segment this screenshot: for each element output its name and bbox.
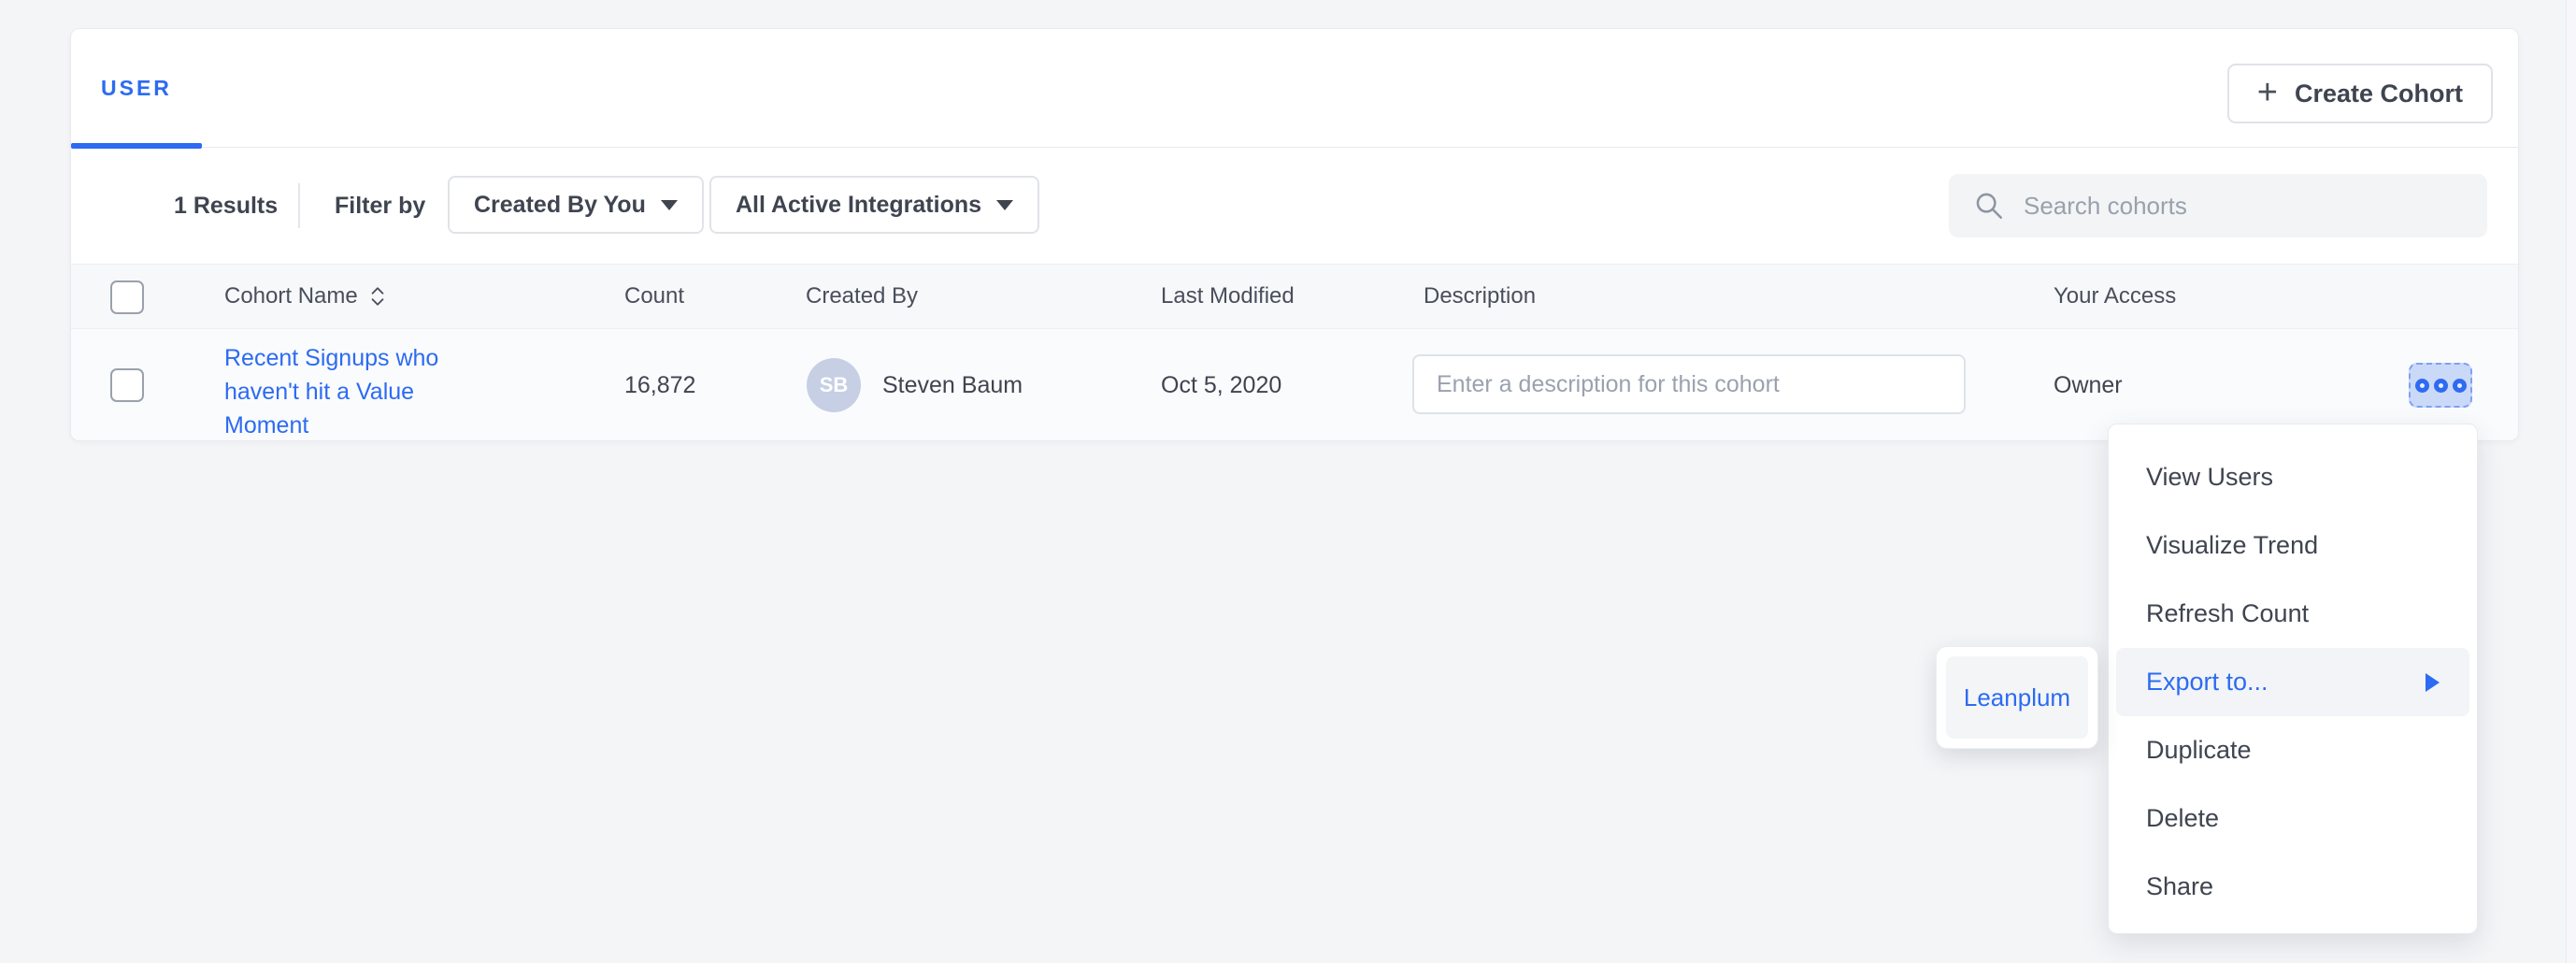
description-input[interactable] bbox=[1412, 354, 1966, 414]
cohort-count: 16,872 bbox=[624, 329, 695, 441]
filter-by-label: Filter by bbox=[335, 148, 425, 264]
menu-item-duplicate[interactable]: Duplicate bbox=[2109, 716, 2477, 784]
filter-bar: 1 Results Filter by Created By You All A… bbox=[71, 148, 2518, 264]
column-header-cohort-name[interactable]: Cohort Name bbox=[224, 265, 386, 328]
menu-item-delete[interactable]: Delete bbox=[2109, 784, 2477, 853]
column-header-your-access: Your Access bbox=[2054, 265, 2176, 328]
menu-item-share[interactable]: Share bbox=[2109, 853, 2477, 921]
created-by-dropdown[interactable]: Created By You bbox=[448, 176, 704, 234]
create-cohort-button[interactable]: + Create Cohort bbox=[2227, 64, 2493, 123]
menu-item-visualize-trend[interactable]: Visualize Trend bbox=[2109, 511, 2477, 580]
avatar: SB bbox=[807, 358, 861, 412]
row-checkbox[interactable] bbox=[110, 368, 144, 402]
search-icon bbox=[1973, 190, 2005, 222]
column-header-last-modified: Last Modified bbox=[1161, 265, 1295, 328]
export-submenu: Leanplum bbox=[1936, 646, 2098, 749]
submenu-arrow-icon bbox=[2426, 673, 2440, 692]
tab-bar: USER + Create Cohort bbox=[71, 29, 2518, 148]
dot-icon bbox=[2415, 379, 2429, 393]
results-count: 1 Results bbox=[174, 148, 278, 264]
tab-user[interactable]: USER bbox=[71, 29, 202, 147]
created-by-dropdown-label: Created By You bbox=[474, 192, 646, 219]
cohort-name-link[interactable]: Recent Signups who haven't hit a Value M… bbox=[224, 341, 486, 441]
submenu-item-leanplum[interactable]: Leanplum bbox=[1946, 656, 2088, 739]
search-box bbox=[1949, 174, 2487, 237]
column-header-created-by: Created By bbox=[806, 265, 918, 328]
menu-item-export-to-label: Export to... bbox=[2146, 668, 2268, 697]
created-by-cell: SB Steven Baum bbox=[807, 329, 1023, 441]
page-scrollbar[interactable] bbox=[2566, 0, 2576, 963]
integrations-dropdown-label: All Active Integrations bbox=[736, 192, 981, 219]
create-cohort-label: Create Cohort bbox=[2295, 79, 2463, 108]
integrations-dropdown[interactable]: All Active Integrations bbox=[709, 176, 1039, 234]
tab-user-label: USER bbox=[101, 76, 172, 101]
menu-item-view-users[interactable]: View Users bbox=[2109, 443, 2477, 511]
cohorts-panel: USER + Create Cohort 1 Results Filter by… bbox=[70, 28, 2519, 441]
divider bbox=[298, 183, 300, 228]
chevron-down-icon bbox=[996, 200, 1013, 210]
search-input[interactable] bbox=[2024, 174, 2487, 237]
row-actions-menu: View Users Visualize Trend Refresh Count… bbox=[2108, 424, 2478, 934]
created-by-name: Steven Baum bbox=[882, 372, 1023, 399]
sort-icon bbox=[369, 285, 386, 308]
select-all-checkbox[interactable] bbox=[110, 280, 144, 314]
menu-item-refresh-count[interactable]: Refresh Count bbox=[2109, 580, 2477, 648]
dot-icon bbox=[2453, 379, 2467, 393]
column-header-cohort-name-label: Cohort Name bbox=[224, 283, 358, 309]
column-header-count: Count bbox=[624, 265, 684, 328]
table-header: Cohort Name Count Created By Last Modifi… bbox=[71, 264, 2518, 329]
menu-item-export-to[interactable]: Export to... bbox=[2116, 648, 2469, 716]
dot-icon bbox=[2434, 379, 2448, 393]
row-actions-button[interactable] bbox=[2409, 363, 2472, 408]
column-header-description: Description bbox=[1424, 265, 1536, 328]
last-modified-cell: Oct 5, 2020 bbox=[1161, 329, 1281, 441]
chevron-down-icon bbox=[661, 200, 678, 210]
plus-icon: + bbox=[2257, 75, 2278, 110]
